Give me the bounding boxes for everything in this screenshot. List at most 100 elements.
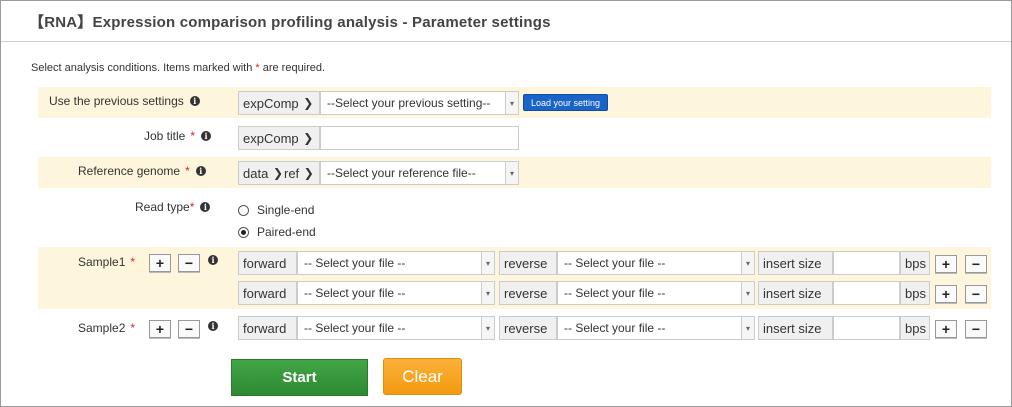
add-pair-button[interactable]: + — [935, 320, 957, 338]
sample1-label: Sample1 * — [78, 255, 135, 269]
radio-button-selected[interactable] — [238, 226, 249, 238]
forward-file-value: -- Select your file -- — [304, 286, 406, 300]
chevron-right-icon: ❯ — [303, 96, 314, 110]
instruction-pre: Select analysis conditions. Items marked… — [31, 62, 256, 74]
read-type-text: Read type — [135, 200, 190, 214]
reverse-file-value: -- Select your file -- — [564, 321, 666, 335]
info-icon[interactable]: i — [208, 321, 218, 331]
previous-settings-select[interactable]: --Select your previous setting-- ▾ — [320, 91, 519, 115]
reverse-addon: reverse — [499, 316, 557, 340]
chevron-right-icon: ❯ — [303, 166, 314, 180]
add-sample-button[interactable]: + — [149, 254, 171, 272]
chevron-down-icon: ▾ — [741, 252, 754, 274]
reference-prefix-b: ref — [284, 165, 300, 181]
chevron-down-icon: ▾ — [481, 252, 494, 274]
sample2-text: Sample2 — [78, 321, 126, 335]
insert-size-addon: insert size — [758, 281, 833, 305]
required-mark: * — [130, 321, 136, 335]
chevron-down-icon: ▾ — [481, 317, 494, 339]
previous-prefix-text: expComp — [243, 95, 299, 111]
reference-genome-text: Reference genome — [78, 164, 181, 178]
start-button[interactable]: Start — [231, 359, 368, 396]
chevron-right-icon: ❯ — [272, 166, 283, 180]
add-sample-button[interactable]: + — [149, 320, 171, 338]
reverse-file-select[interactable]: -- Select your file -- ▾ — [557, 281, 755, 305]
forward-file-select[interactable]: -- Select your file -- ▾ — [297, 251, 495, 275]
previous-settings-text: Use the previous settings — [49, 94, 184, 108]
remove-pair-button[interactable]: − — [965, 320, 987, 338]
job-prefix-text: expComp — [243, 130, 299, 146]
insert-size-input[interactable] — [833, 316, 900, 340]
chevron-right-icon: ❯ — [303, 131, 314, 145]
reverse-file-value: -- Select your file -- — [564, 256, 666, 270]
required-mark: * — [189, 200, 195, 214]
required-mark: * — [185, 164, 190, 178]
forward-file-value: -- Select your file -- — [304, 256, 406, 270]
reference-prefix-a: data — [243, 165, 269, 181]
chevron-down-icon: ▾ — [481, 282, 494, 304]
chevron-down-icon: ▾ — [505, 92, 518, 114]
bps-addon: bps — [900, 281, 930, 305]
page-frame: 【RNA】Expression comparison profiling ana… — [0, 0, 1012, 407]
job-title-input[interactable] — [320, 126, 519, 150]
reverse-file-select[interactable]: -- Select your file -- ▾ — [557, 316, 755, 340]
remove-pair-button[interactable]: − — [965, 255, 987, 273]
reverse-file-value: -- Select your file -- — [564, 286, 666, 300]
remove-sample-button[interactable]: − — [178, 320, 200, 338]
required-mark: * — [130, 255, 136, 269]
previous-settings-label: Use the previous settings i — [49, 94, 200, 108]
reference-select-value: --Select your reference file-- — [327, 166, 476, 180]
bps-addon: bps — [900, 251, 930, 275]
info-icon[interactable]: i — [208, 255, 218, 265]
forward-addon: forward — [238, 316, 297, 340]
previous-select-value: --Select your previous setting-- — [327, 96, 491, 110]
reverse-addon: reverse — [499, 251, 557, 275]
sample1-text: Sample1 — [78, 255, 126, 269]
forward-file-select[interactable]: -- Select your file -- ▾ — [297, 316, 495, 340]
forward-addon: forward — [238, 281, 297, 305]
radio-button[interactable] — [238, 204, 249, 216]
reference-genome-label: Reference genome * i — [78, 164, 206, 178]
required-mark: * — [190, 129, 196, 143]
info-icon[interactable]: i — [189, 96, 200, 106]
radio-paired-end[interactable]: Paired-end — [238, 225, 316, 239]
instruction-post: are required. — [259, 62, 326, 74]
chevron-down-icon: ▾ — [741, 317, 754, 339]
add-pair-button[interactable]: + — [935, 255, 957, 273]
bps-addon: bps — [900, 316, 930, 340]
reference-prefix: data ❯ ref ❯ — [238, 161, 320, 185]
insert-size-addon: insert size — [758, 316, 833, 340]
insert-size-addon: insert size — [758, 251, 833, 275]
clear-button[interactable]: Clear — [383, 358, 462, 395]
sample1-info: i — [202, 255, 218, 265]
forward-file-value: -- Select your file -- — [304, 321, 406, 335]
insert-size-input[interactable] — [833, 281, 900, 305]
paired-end-label: Paired-end — [257, 225, 316, 239]
forward-addon: forward — [238, 251, 297, 275]
info-icon[interactable]: i — [195, 166, 206, 176]
chevron-down-icon: ▾ — [741, 282, 754, 304]
instruction-text: Select analysis conditions. Items marked… — [31, 62, 325, 74]
reverse-file-select[interactable]: -- Select your file -- ▾ — [557, 251, 755, 275]
job-title-prefix: expComp ❯ — [238, 126, 320, 150]
reverse-addon: reverse — [499, 281, 557, 305]
info-icon[interactable]: i — [200, 202, 211, 212]
remove-sample-button[interactable]: − — [178, 254, 200, 272]
sample2-label: Sample2 * — [78, 321, 135, 335]
load-setting-button[interactable]: Load your setting — [523, 94, 608, 111]
read-type-label: Read type * i — [135, 200, 211, 214]
page-title: 【RNA】Expression comparison profiling ana… — [29, 14, 551, 31]
forward-file-select[interactable]: -- Select your file -- ▾ — [297, 281, 495, 305]
add-pair-button[interactable]: + — [935, 285, 957, 303]
previous-prefix: expComp ❯ — [238, 91, 320, 115]
chevron-down-icon: ▾ — [505, 162, 518, 184]
title-divider — [1, 41, 1011, 42]
remove-pair-button[interactable]: − — [965, 285, 987, 303]
reference-genome-select[interactable]: --Select your reference file-- ▾ — [320, 161, 519, 185]
radio-single-end[interactable]: Single-end — [238, 203, 314, 217]
insert-size-input[interactable] — [833, 251, 900, 275]
info-icon[interactable]: i — [201, 131, 212, 141]
job-title-label: Job title * i — [144, 129, 212, 143]
job-title-text: Job title — [144, 129, 186, 143]
single-end-label: Single-end — [257, 203, 315, 217]
